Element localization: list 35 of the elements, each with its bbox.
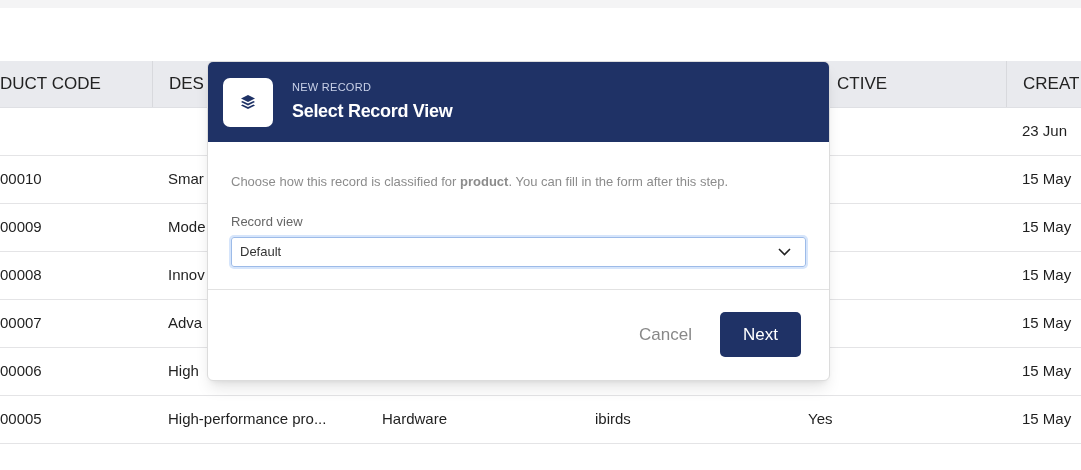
column-header[interactable]: DES <box>169 71 204 97</box>
cancel-button[interactable]: Cancel <box>639 321 692 348</box>
table-cell-text: Innov <box>168 265 205 286</box>
table-cell-text: 15 May <box>1022 361 1072 382</box>
table-cell-text: 00008 <box>0 265 42 286</box>
table-cell-text: Hardware <box>382 409 448 430</box>
table-cell-text: 00010 <box>0 169 42 190</box>
table-cell-text: 15 May <box>1022 409 1072 430</box>
dialog-description: Choose how this record is classified for product. You can fill in the form after this step. <box>231 173 730 191</box>
dialog-eyebrow: NEW RECORD <box>292 80 373 96</box>
dialog-title: Select Record View <box>292 99 453 123</box>
table-cell-text: Adva <box>168 313 203 334</box>
table-cell-text: 23 Jun <box>1022 121 1068 142</box>
table-cell-text: High <box>168 361 199 382</box>
table-cell-text: 00007 <box>0 313 42 334</box>
record-view-select[interactable]: Default <box>231 237 806 267</box>
table-cell-text: Mode <box>168 217 206 238</box>
table-cell-text: Smar <box>168 169 204 190</box>
table-cell-text: 15 May <box>1022 313 1072 334</box>
next-button[interactable]: Next <box>720 312 801 357</box>
table-cell-text: 15 May <box>1022 217 1072 238</box>
chevron-down-icon <box>778 248 791 256</box>
field-label: Record view <box>231 212 304 231</box>
table-cell-text: 00005 <box>0 409 42 430</box>
stack-icon <box>223 77 273 127</box>
table-cell-text: ibirds <box>595 409 631 430</box>
table-cell-text: 00006 <box>0 361 42 382</box>
table-cell-text: High-performance pro... <box>168 409 327 430</box>
column-header[interactable]: CREAT <box>1023 71 1080 97</box>
table-cell-text: 00009 <box>0 217 42 238</box>
table-cell-text: 15 May <box>1022 169 1072 190</box>
column-header[interactable]: DUCT CODE <box>0 71 101 97</box>
table-cell-text: Yes <box>808 409 833 430</box>
table-cell-text: 15 May <box>1022 265 1072 286</box>
column-header[interactable]: CTIVE <box>837 71 888 97</box>
